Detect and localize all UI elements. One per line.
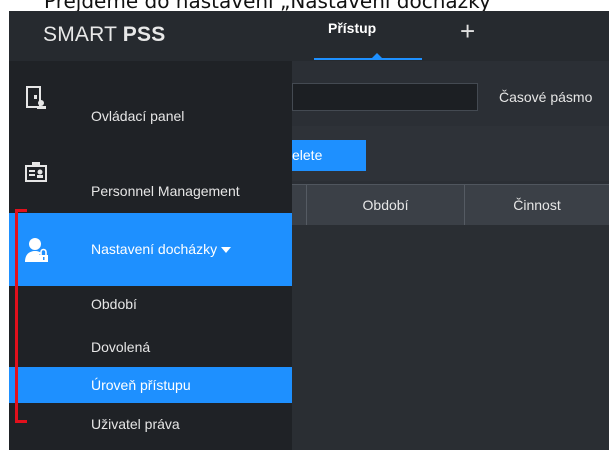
column-header-obdobi[interactable]: Období [306, 185, 464, 225]
submenu-item-label: Období [91, 296, 137, 312]
submenu-item-obdobi[interactable]: Období [9, 286, 292, 322]
sidebar-item-personnel-management[interactable]: Personnel Management [9, 147, 292, 223]
active-tab-indicator [314, 58, 422, 60]
logo-text-bold: PSS [122, 23, 166, 46]
submenu-item-label: Úroveň přístupu [91, 377, 191, 393]
submenu-item-user-rights[interactable]: Uživatel práva [9, 406, 292, 442]
tab-pristup[interactable]: Přístup [328, 20, 376, 36]
table-body [292, 225, 609, 450]
sidebar-item-label: Personnel Management [91, 183, 240, 199]
user-lock-icon [25, 237, 49, 262]
submenu-item-label: Dovolená [91, 339, 151, 355]
submenu-item-access-level[interactable]: Úroveň přístupu [9, 367, 292, 403]
delete-button[interactable]: elete [292, 140, 366, 171]
chevron-down-icon [221, 247, 231, 253]
timezone-label: Časové pásmo [499, 89, 593, 105]
smart-pss-window: SMART PSS Přístup + Časové pásmo elete O… [9, 11, 609, 450]
sidebar: Ovládací panel Personnel Management Nast… [9, 61, 292, 450]
search-input[interactable] [292, 83, 478, 111]
control-panel-icon [25, 86, 47, 110]
table-header: Období Činnost [292, 184, 609, 225]
sidebar-item-label: Nastavení docházky [91, 241, 218, 257]
active-tab-caret-icon [372, 53, 382, 58]
column-header-cinnost[interactable]: Činnost [464, 185, 609, 225]
top-bar: SMART PSS Přístup + [9, 11, 609, 61]
add-tab-icon[interactable]: + [460, 17, 475, 45]
annotation-bracket [15, 209, 27, 423]
sidebar-item-label: Ovládací panel [91, 108, 185, 124]
logo-text: SMART [43, 23, 123, 46]
submenu-item-label: Uživatel práva [91, 416, 180, 432]
submenu-item-dovolena[interactable]: Dovolená [9, 329, 292, 365]
app-logo: SMART PSS [43, 23, 165, 47]
id-card-icon [25, 160, 47, 184]
column-header-checkbox[interactable] [292, 185, 306, 225]
sidebar-item-control-panel[interactable]: Ovládací panel [9, 77, 292, 147]
sidebar-item-attendance-settings[interactable]: Nastavení docházky [9, 213, 292, 286]
